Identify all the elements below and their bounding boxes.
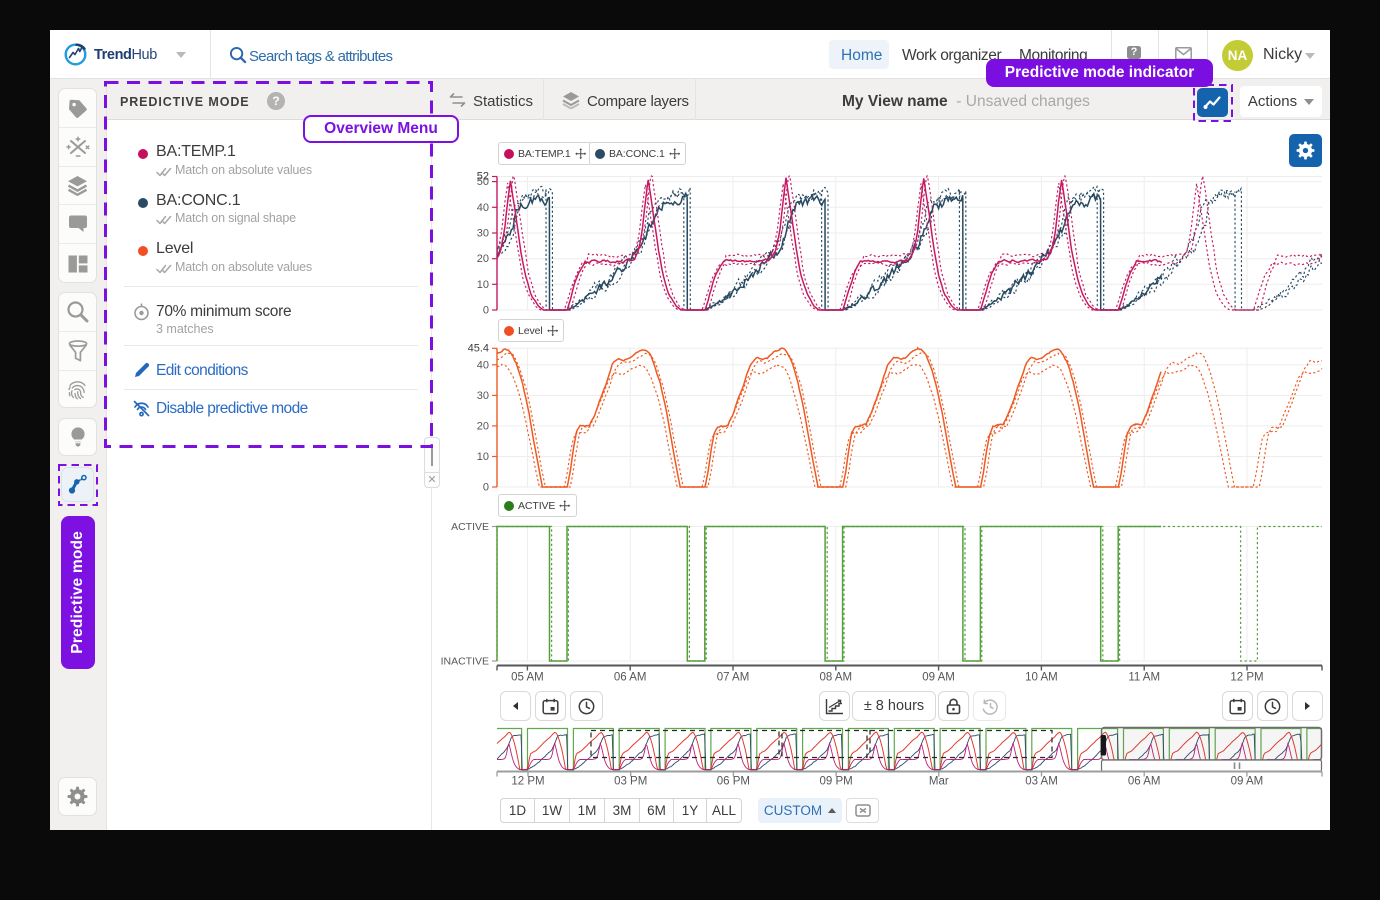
svg-text:30: 30 bbox=[477, 390, 489, 402]
svg-text:30: 30 bbox=[477, 228, 489, 240]
svg-text:10 AM: 10 AM bbox=[1025, 672, 1058, 684]
svg-text:03 PM: 03 PM bbox=[614, 776, 647, 788]
svg-text:40: 40 bbox=[477, 359, 489, 371]
svg-text:20: 20 bbox=[477, 253, 489, 265]
svg-text:20: 20 bbox=[477, 420, 489, 432]
svg-text:INACTIVE: INACTIVE bbox=[441, 656, 489, 668]
svg-text:11 AM: 11 AM bbox=[1128, 672, 1160, 684]
svg-text:09 AM: 09 AM bbox=[1231, 776, 1264, 788]
svg-text:09 AM: 09 AM bbox=[922, 672, 955, 684]
svg-text:12 PM: 12 PM bbox=[1230, 672, 1263, 684]
svg-text:10: 10 bbox=[477, 279, 489, 291]
svg-text:06 AM: 06 AM bbox=[614, 672, 647, 684]
svg-text:0: 0 bbox=[483, 305, 489, 317]
svg-text:06 PM: 06 PM bbox=[717, 776, 750, 788]
svg-text:07 AM: 07 AM bbox=[717, 672, 750, 684]
svg-text:45.4: 45.4 bbox=[468, 342, 489, 354]
svg-text:Mar: Mar bbox=[929, 776, 949, 788]
svg-text:09 PM: 09 PM bbox=[819, 776, 852, 788]
svg-text:10: 10 bbox=[477, 451, 489, 463]
svg-text:40: 40 bbox=[477, 202, 489, 214]
svg-text:12 PM: 12 PM bbox=[511, 776, 544, 788]
svg-text:05 AM: 05 AM bbox=[511, 672, 544, 684]
svg-text:06 AM: 06 AM bbox=[1128, 776, 1161, 788]
svg-text:52: 52 bbox=[477, 171, 489, 183]
svg-text:03 AM: 03 AM bbox=[1025, 776, 1058, 788]
svg-text:0: 0 bbox=[483, 482, 489, 494]
svg-text:ACTIVE: ACTIVE bbox=[451, 521, 489, 533]
svg-text:08 AM: 08 AM bbox=[819, 672, 852, 684]
